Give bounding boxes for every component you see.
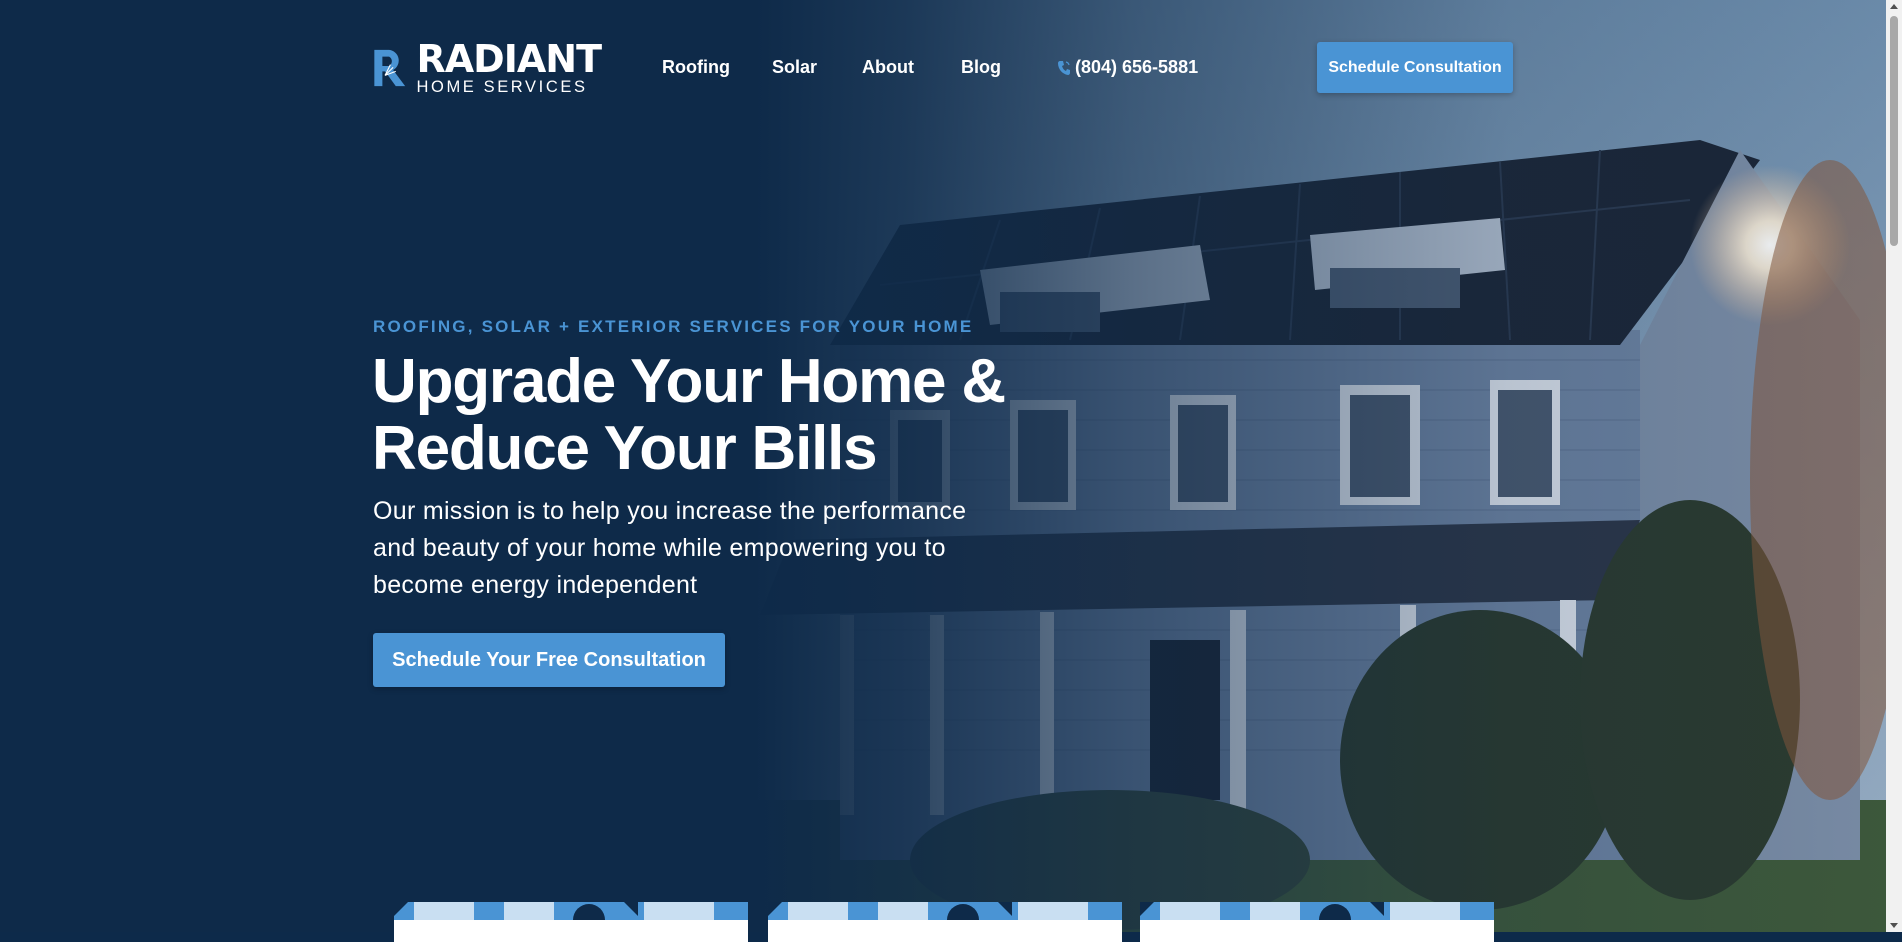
nav-solar[interactable]: Solar [772,57,817,78]
logo[interactable]: RADIANT HOME SERVICES [373,37,602,98]
hero-headline-line1: Upgrade Your Home & [372,347,1006,416]
logo-mark-icon [374,49,406,87]
nav-about[interactable]: About [862,57,914,78]
service-card[interactable] [1140,902,1494,942]
card-pattern-decoration [394,902,748,920]
nav-roofing[interactable]: Roofing [662,57,730,78]
nav-blog[interactable]: Blog [961,57,1001,78]
phone-icon [1058,60,1070,75]
hero-subtext: Our mission is to help you increase the … [373,497,967,599]
card-pattern-decoration [1140,902,1494,920]
schedule-free-consultation-button[interactable]: Schedule Your Free Consultation [373,633,725,687]
schedule-consultation-button[interactable]: Schedule Consultation [1317,42,1513,93]
logo-tagline: HOME SERVICES [416,78,588,97]
scroll-down-arrow-icon[interactable] [1890,923,1898,928]
hero-headline: Upgrade Your Home & Reduce Your Bills [372,348,1012,482]
page-scrollbar[interactable] [1886,0,1902,932]
hero-headline-line2: Reduce Your Bills [372,414,878,483]
scrollbar-thumb[interactable] [1890,16,1898,246]
service-card[interactable] [394,902,748,942]
phone-number: (804) 656-5881 [1075,57,1199,77]
phone-link[interactable]: (804) 656-5881 [1057,57,1198,78]
logo-title: RADIANT [416,37,602,82]
service-card[interactable] [768,902,1122,942]
site-header: RADIANT HOME SERVICES Roofing Solar Abou… [0,0,1886,135]
card-pattern-decoration [768,902,1122,920]
hero-eyebrow: ROOFING, SOLAR + EXTERIOR SERVICES FOR Y… [373,317,974,336]
scroll-up-arrow-icon[interactable] [1890,4,1898,9]
